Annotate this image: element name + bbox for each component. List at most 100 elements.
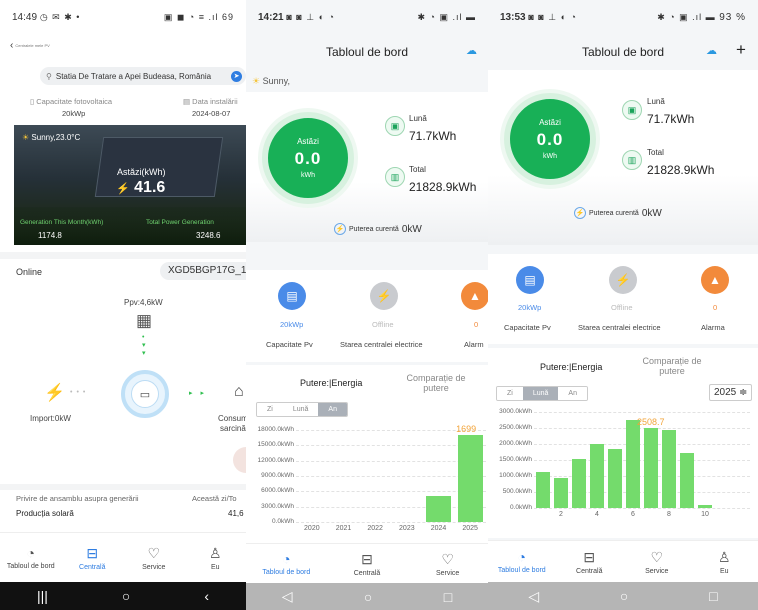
sun-icon: ☀ [22,133,30,142]
floating-button[interactable] [233,447,246,473]
device-selector[interactable]: XGD5BGP17G_1 [160,262,246,280]
seg-month[interactable]: Lună [282,403,319,416]
inverter-icon: ▭ [131,380,159,408]
tab-dashboard[interactable]: ◔ Tabloul de bord [256,544,316,583]
bar-2024 [426,496,451,522]
consume-label-2: sarcină [220,424,246,433]
back-triangle-icon[interactable]: ◁ [282,588,293,605]
locate-icon[interactable]: ➤ [231,70,242,82]
plant-icon: ⊟ [86,544,99,561]
x-tick-label: 2023 [399,525,415,532]
total-chart-icon: ▥ [385,167,405,187]
grid-line [534,412,750,413]
inverter-node[interactable]: ▭ [121,370,169,418]
alarm-label: Alarma [701,323,725,332]
tab-compare[interactable]: Comparație de putere [396,373,476,393]
seg-day[interactable]: Zi [497,387,523,400]
home-circle-icon[interactable]: ○ [364,589,372,605]
back-label: Centralele mele PV [15,43,50,48]
cloud-icon[interactable]: ☁ [706,44,717,57]
seg-year[interactable]: An [318,403,347,416]
total-label: Total [409,165,426,174]
page-title: Tabloul de bord [325,45,409,59]
back-icon[interactable]: ‹ [204,588,209,604]
cloud-icon[interactable]: ☁ [466,44,477,57]
bottom-tab-bar: ◔ Tabloul de bord ⊟ Centrală ♡ Service ♙ Eu [0,532,246,582]
month-value: 71.7kWh [647,112,695,126]
bar-10 [698,505,712,508]
bar-data-label: 1699 [456,424,477,435]
online-status: Online [16,267,43,277]
x-tick-label: 2024 [430,525,447,532]
tab-plant[interactable]: ⊟ Centrală [62,533,122,582]
power-icon: ⚡ [334,223,346,235]
state-value: Offline [611,303,633,312]
solar-value: 41,6 [228,509,244,518]
y-tick-label: 6000.0kWh [261,487,294,495]
y-tick-label: 15000.0kWh [257,441,295,449]
seg-month[interactable]: Lună [522,387,559,400]
x-tick-label: 10 [701,511,709,518]
today-gauge: Astăzi 0.0 kWh [504,93,596,185]
month-value: 71.7kWh [409,129,457,143]
status-bar: 14:49 ◷ ✉ ✱ • ▣ ◼ ◔ ≡ .ıl 69 [0,0,246,34]
bottom-tab-bar: ◔ Tabloul de bord ⊟ Centrală ♡ Service [246,543,488,583]
tab-dashboard[interactable]: ◔ Tabloul de bord [1,533,61,582]
back-button[interactable]: ‹ Centralele mele PV [10,40,50,51]
solar-label: Producția solară [16,509,74,518]
y-tick-label: 3000.0kWh [261,502,294,510]
today-value: ⚡ 41.6 [116,179,166,196]
back-triangle-icon[interactable]: ◁ [528,588,539,605]
tab-power-energy[interactable]: Putere:|Energia [540,362,602,372]
bar-data-label: 2508.7 [637,416,665,427]
location-text: Statia De Tratare a Apei Budeasa, Români… [55,71,212,81]
offline-bolt-icon: ⚡ [370,282,398,310]
recents-square-icon[interactable]: □ [444,589,452,605]
seg-year[interactable]: An [558,387,587,400]
plant-icon: ⊟ [583,548,596,565]
home-icon[interactable]: ○ [122,588,130,604]
capacity-label: Capacitate Pv [504,323,551,332]
tab-me[interactable]: ♙ Eu [694,541,754,582]
overview-label: Privire de ansamblu asupra generării [16,494,139,503]
x-tick-label: 2025 [462,525,478,532]
tab-plant[interactable]: ⊟ Centrală [559,541,619,582]
grid-line [534,444,750,445]
service-icon: ♡ [147,544,161,561]
month-value: 1174.8 [38,231,62,240]
status-right-icons: ✱ ◔ ▣ .ıl ▬ [417,11,476,22]
alarm-icon[interactable]: ▲ [461,282,488,310]
today-label: Astăzi(kWh) [117,167,166,177]
bar-3 [572,459,586,508]
tab-me[interactable]: ♙ Eu [185,533,245,582]
x-tick-label: 2 [559,511,563,518]
y-tick-label: 3000.0kWh [499,408,532,415]
seg-day[interactable]: Zi [257,403,283,416]
tab-power-energy[interactable]: Putere:|Energia [300,378,362,388]
current-power: ⚡ Puterea curentă 0kW [334,223,422,235]
y-tick-label: 2000.0kWh [499,440,532,447]
chevron-left-icon: ‹ [10,40,14,51]
add-button[interactable]: + [736,40,746,60]
tab-service[interactable]: ♡ Service [124,533,184,582]
power-icon: ⚡ [574,207,586,219]
plant-photo: ☀ Sunny,23.0°C Astăzi(kWh) ⚡ 41.6 Genera… [14,125,246,245]
month-label: Lună [647,97,665,106]
alarm-icon[interactable]: ▲ [701,266,729,294]
tab-dashboard[interactable]: ◔ Tabloul de bord [492,541,552,582]
recents-icon[interactable]: ||| [37,588,48,604]
state-label: Starea centralei electrice [340,340,423,349]
bottom-tab-bar: ◔ Tabloul de bord ⊟ Centrală ♡ Service ♙ Eu [488,540,758,582]
tab-compare[interactable]: Comparație de putere [632,356,712,376]
tab-plant[interactable]: ⊟ Centrală [337,544,397,583]
x-tick-label: 4 [595,511,599,518]
status-right-icons: ▣ ◼ ◔ ≡ .ıl 69 [163,11,234,22]
recents-square-icon[interactable]: □ [709,588,717,604]
tab-service[interactable]: ♡ Service [627,541,687,582]
period-segmented: Zi Lună An [496,386,588,401]
grid-line [534,508,750,509]
tab-service[interactable]: ♡ Service [418,544,478,583]
home-circle-icon[interactable]: ○ [620,588,628,604]
location-pill[interactable]: ⚲ Statia De Tratare a Apei Budeasa, Româ… [40,67,246,85]
year-select[interactable]: 2025 ≑ [709,384,753,401]
